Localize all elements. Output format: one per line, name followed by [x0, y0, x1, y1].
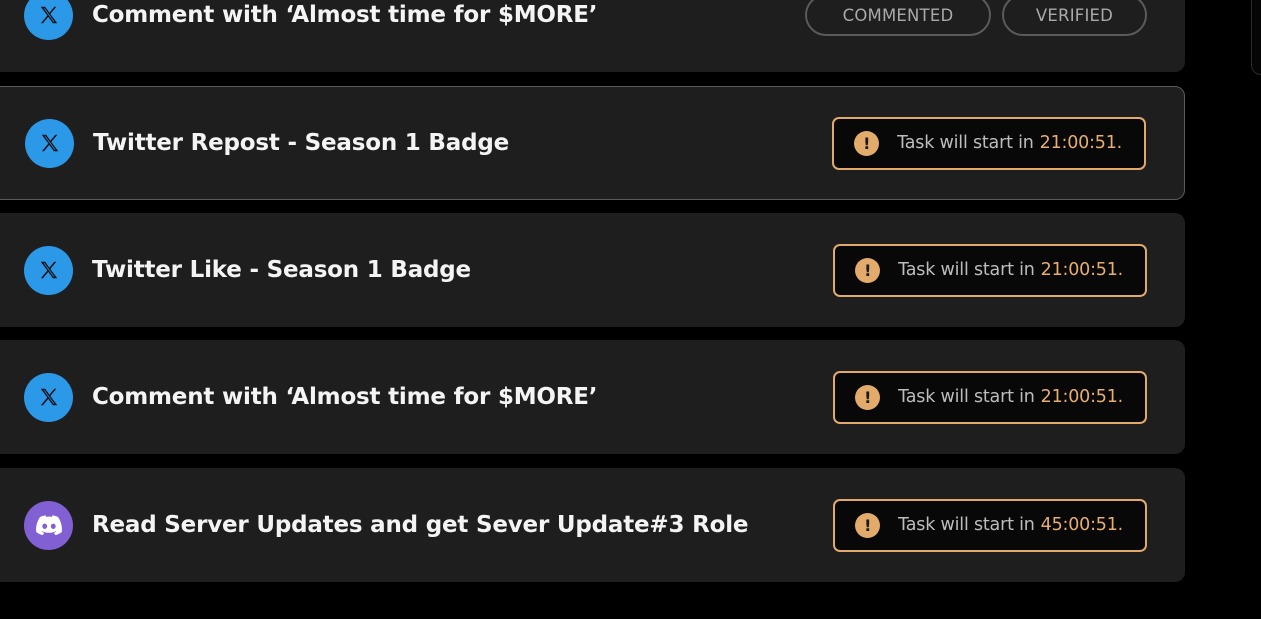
discord-icon — [24, 500, 73, 550]
task-start-timer: ! Task will start in 21:00:51. — [833, 370, 1147, 424]
task-start-timer: ! Task will start in 21:00:51. — [832, 116, 1146, 170]
warning-icon: ! — [855, 512, 881, 538]
timer-value: 21:00:51. — [1039, 133, 1123, 153]
timer-value: 21:00:51. — [1040, 260, 1124, 280]
verified-status-badge: VERIFIED — [1002, 0, 1147, 36]
timer-label: Task will start in — [897, 133, 1034, 153]
task-title: Comment with ‘Almost time for $MORE’ — [92, 384, 598, 410]
commented-status-badge: COMMENTED — [805, 0, 991, 36]
x-icon — [24, 245, 73, 295]
task-card[interactable]: Twitter Like - Season 1 Badge ! Task wil… — [0, 213, 1185, 327]
task-title: Twitter Like - Season 1 Badge — [92, 257, 471, 283]
x-icon — [24, 372, 73, 422]
task-card[interactable]: Comment with ‘Almost time for $MORE’ COM… — [0, 0, 1185, 72]
task-title: Comment with ‘Almost time for $MORE’ — [92, 2, 598, 28]
timer-label: Task will start in — [898, 515, 1035, 535]
task-card[interactable]: Twitter Repost - Season 1 Badge ! Task w… — [0, 86, 1185, 200]
task-card[interactable]: Read Server Updates and get Sever Update… — [0, 468, 1185, 582]
task-start-timer: ! Task will start in 21:00:51. — [833, 243, 1147, 297]
timer-label: Task will start in — [898, 260, 1035, 280]
timer-label: Task will start in — [898, 387, 1035, 407]
task-title: Read Server Updates and get Sever Update… — [92, 512, 749, 538]
task-card[interactable]: Comment with ‘Almost time for $MORE’ ! T… — [0, 340, 1185, 454]
x-icon — [24, 0, 73, 40]
task-title: Twitter Repost - Season 1 Badge — [93, 130, 509, 156]
x-icon — [25, 118, 74, 168]
timer-value: 45:00:51. — [1040, 515, 1124, 535]
timer-value: 21:00:51. — [1040, 387, 1124, 407]
warning-icon: ! — [855, 257, 881, 283]
task-start-timer: ! Task will start in 45:00:51. — [833, 498, 1147, 552]
side-panel-edge — [1251, 0, 1261, 75]
warning-icon: ! — [855, 384, 881, 410]
task-list-page: Comment with ‘Almost time for $MORE’ COM… — [0, 0, 1261, 619]
warning-icon: ! — [854, 130, 880, 156]
